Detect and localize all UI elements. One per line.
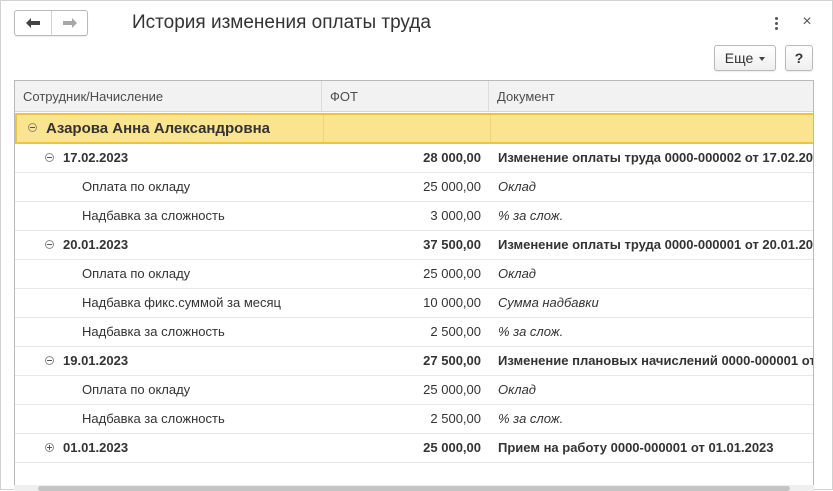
accrual-name: Надбавка за сложность [82, 208, 225, 223]
group-date-cell: 01.01.2023 [15, 434, 322, 462]
table-row[interactable]: Оплата по окладу 25 000,00 Оклад [15, 376, 813, 405]
table-row-group[interactable]: 20.01.2023 37 500,00 Изменение оплаты труд… [15, 231, 813, 260]
group-date-cell: 19.01.2023 [15, 347, 322, 375]
group-date: 19.01.2023 [63, 353, 129, 368]
column-header-employee[interactable]: Сотрудник/Начисление [15, 81, 322, 112]
document-link[interactable]: Изменение плановых начислений 0000-00000… [490, 347, 813, 375]
history-window: История изменения оплаты труда × Еще ? С… [0, 0, 833, 491]
employee-cell: Азарова Анна Александровна [17, 115, 324, 142]
accrual-indicator: Сумма надбавки [498, 295, 599, 310]
arrow-left-icon [26, 18, 40, 28]
scrollbar-thumb[interactable] [38, 486, 790, 491]
group-date: 20.01.2023 [63, 237, 129, 252]
table-row[interactable]: Надбавка за сложность 2 500,00 % за слож. [15, 405, 813, 434]
navigation-buttons [14, 10, 88, 36]
document-link[interactable]: Изменение оплаты труда 0000-000001 от 20… [490, 231, 813, 259]
accrual-name-cell: Надбавка за сложность [15, 318, 322, 346]
accrual-name-cell: Оплата по окладу [15, 173, 322, 201]
minus-circle-icon[interactable] [28, 123, 37, 132]
fot-value: 28 000,00 [423, 150, 481, 165]
accrual-name: Оплата по окладу [82, 382, 191, 397]
accrual-indicator: % за слож. [498, 324, 564, 339]
minus-circle-icon[interactable] [45, 356, 54, 365]
fot-value: 27 500,00 [423, 353, 481, 368]
table-row[interactable]: Надбавка фикс.суммой за месяц 10 000,00 Су… [15, 289, 813, 318]
table-body: Азарова Анна Александровна 17.02.2023 28 … [15, 113, 813, 463]
fot-value: 2 500,00 [430, 411, 481, 426]
minus-circle-icon[interactable] [45, 240, 54, 249]
more-button[interactable]: Еще [714, 45, 776, 71]
accrual-name-cell: Надбавка фикс.суммой за месяц [15, 289, 322, 317]
minus-circle-icon[interactable] [45, 153, 54, 162]
fot-value: 10 000,00 [423, 295, 481, 310]
horizontal-scrollbar[interactable] [14, 485, 814, 491]
accrual-name: Оплата по окладу [82, 179, 191, 194]
chevron-down-icon [759, 56, 766, 61]
fot-value: 25 000,00 [423, 382, 481, 397]
plus-circle-icon[interactable] [45, 443, 54, 452]
table-row-group[interactable]: 17.02.2023 28 000,00 Изменение оплаты труд… [15, 144, 813, 173]
close-icon[interactable]: × [798, 12, 816, 32]
column-header-document[interactable]: Документ [489, 81, 813, 112]
accrual-indicator: Оклад [498, 179, 536, 194]
document-link[interactable]: Изменение оплаты труда 0000-000002 от 17… [490, 144, 813, 172]
accrual-name: Надбавка за сложность [82, 324, 225, 339]
table-row[interactable]: Оплата по окладу 25 000,00 Оклад [15, 260, 813, 289]
fot-value: 25 000,00 [423, 179, 481, 194]
accrual-indicator: Оклад [498, 266, 536, 281]
accrual-name: Надбавка за сложность [82, 411, 225, 426]
group-date: 17.02.2023 [63, 150, 129, 165]
table-row-group[interactable]: 01.01.2023 25 000,00 Прием на работу 0000-… [15, 434, 813, 463]
table-row[interactable]: Надбавка за сложность 3 000,00 % за слож. [15, 202, 813, 231]
employee-name: Азарова Анна Александровна [46, 120, 270, 137]
fot-value: 25 000,00 [423, 266, 481, 281]
fot-value: 2 500,00 [430, 324, 481, 339]
table-row[interactable]: Надбавка за сложность 2 500,00 % за слож. [15, 318, 813, 347]
table-row-group[interactable]: 19.01.2023 27 500,00 Изменение плановых на… [15, 347, 813, 376]
kebab-menu-icon[interactable] [767, 13, 785, 33]
employee-fot [324, 115, 491, 142]
accrual-name: Оплата по окладу [82, 266, 191, 281]
column-header-fot[interactable]: ФОТ [322, 81, 489, 112]
accrual-indicator: Оклад [498, 382, 536, 397]
accrual-indicator: % за слож. [498, 411, 564, 426]
arrow-right-icon [62, 18, 77, 28]
window-title: История изменения оплаты труда [132, 12, 431, 33]
accrual-name-cell: Оплата по окладу [15, 260, 322, 288]
table-header: Сотрудник/Начисление ФОТ Документ [15, 81, 813, 112]
back-button[interactable] [15, 11, 51, 35]
help-button[interactable]: ? [785, 45, 813, 71]
group-date: 01.01.2023 [63, 440, 129, 455]
employee-document [492, 115, 813, 142]
fot-value: 37 500,00 [423, 237, 481, 252]
accrual-name-cell: Надбавка за сложность [15, 202, 322, 230]
group-date-cell: 20.01.2023 [15, 231, 322, 259]
group-date-cell: 17.02.2023 [15, 144, 322, 172]
fot-value: 3 000,00 [430, 208, 481, 223]
table-row[interactable]: Оплата по окладу 25 000,00 Оклад [15, 173, 813, 202]
accrual-name-cell: Оплата по окладу [15, 376, 322, 404]
accrual-indicator: % за слож. [498, 208, 564, 223]
salary-history-table: Сотрудник/Начисление ФОТ Документ Азаров… [14, 80, 814, 491]
forward-button[interactable] [51, 11, 87, 35]
accrual-name: Надбавка фикс.суммой за месяц [82, 295, 281, 310]
accrual-name-cell: Надбавка за сложность [15, 405, 322, 433]
employee-row[interactable]: Азарова Анна Александровна [15, 113, 813, 144]
document-link[interactable]: Прием на работу 0000-000001 от 01.01.202… [490, 434, 813, 462]
fot-value: 25 000,00 [423, 440, 481, 455]
more-button-label: Еще [724, 50, 754, 66]
